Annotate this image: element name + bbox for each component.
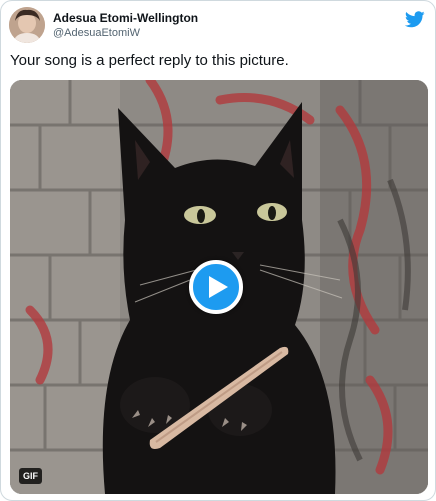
author-display-name[interactable]: Adesua Etomi-Wellington	[53, 11, 198, 26]
play-icon	[209, 276, 228, 298]
play-button[interactable]	[189, 260, 243, 314]
tweet-header: Adesua Etomi-Wellington @AdesuaEtomiW	[9, 7, 429, 45]
gif-badge: GIF	[19, 468, 42, 484]
author-names: Adesua Etomi-Wellington @AdesuaEtomiW	[53, 11, 198, 40]
tweet-media-gif[interactable]: GIF	[10, 80, 428, 494]
author-handle[interactable]: @AdesuaEtomiW	[53, 26, 198, 40]
tweet-text: Your song is a perfect reply to this pic…	[10, 52, 289, 69]
avatar[interactable]	[9, 7, 45, 43]
twitter-bird-icon[interactable]	[405, 11, 425, 28]
tweet-card[interactable]: Adesua Etomi-Wellington @AdesuaEtomiW Yo…	[0, 0, 436, 501]
avatar-image	[9, 7, 45, 43]
